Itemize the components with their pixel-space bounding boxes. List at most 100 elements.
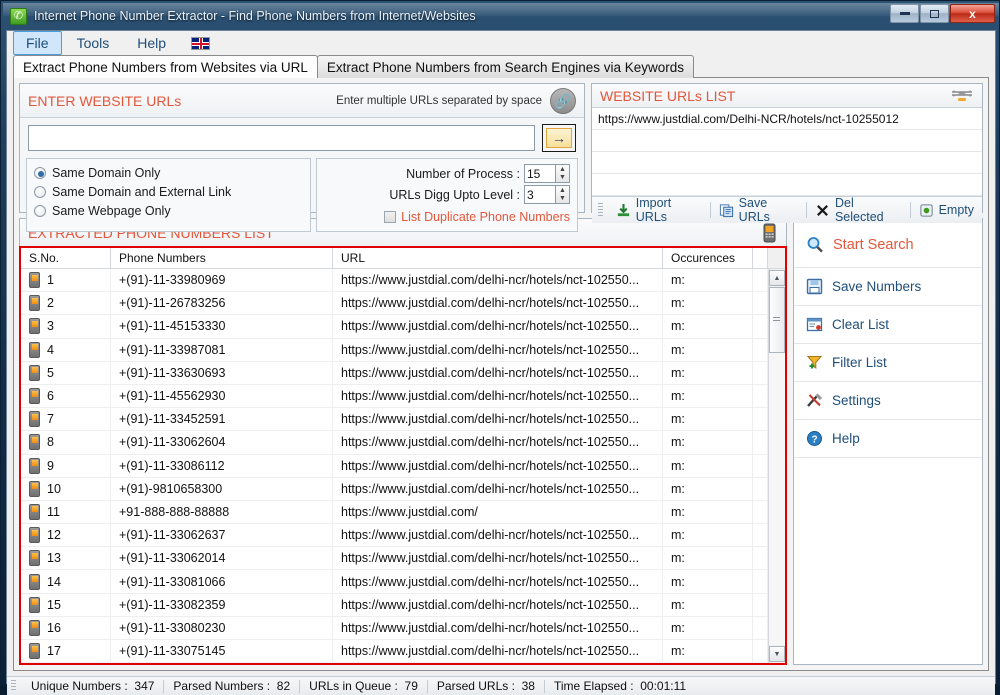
table-row[interactable]: 13 +(91)-11-33062014 https://www.justdial.… <box>21 547 768 571</box>
save-urls-button[interactable]: Save URLs <box>711 194 806 226</box>
website-urls-table[interactable]: https://www.justdial.com/Delhi-NCR/hotel… <box>592 108 982 197</box>
svg-text:?: ? <box>811 434 817 445</box>
phone-icon <box>29 457 40 474</box>
minimize-button[interactable] <box>890 4 919 23</box>
filter-list-label: Filter List <box>832 355 887 370</box>
cell-phone: +(91)-9810658300 <box>111 477 333 500</box>
table-row[interactable]: 17 +(91)-11-33075145 https://www.justdial.… <box>21 640 768 664</box>
column-header-blank[interactable] <box>753 248 768 268</box>
column-header-url[interactable]: URL <box>333 248 663 268</box>
table-row[interactable]: 6 +(91)-11-45562930 https://www.justdial.c… <box>21 384 768 409</box>
urls-list-row[interactable]: https://www.justdial.com/Delhi-NCR/hotel… <box>592 108 982 130</box>
empty-icon <box>919 203 933 217</box>
floppy-save-icon <box>806 278 823 295</box>
enter-urls-hint: Enter multiple URLs separated by space <box>336 95 542 107</box>
scroll-up-button[interactable]: ▲ <box>769 270 785 286</box>
table-row[interactable]: 10 +(91)-9810658300 https://www.justdial.c… <box>21 477 768 501</box>
list-duplicate-checkbox-row[interactable]: List Duplicate Phone Numbers <box>324 207 570 227</box>
tab-search-engines-via-keywords[interactable]: Extract Phone Numbers from Search Engine… <box>316 55 695 78</box>
tab-websites-via-url[interactable]: Extract Phone Numbers from Websites via … <box>13 55 318 78</box>
cell-occurences: m: <box>663 384 753 408</box>
go-button[interactable]: → <box>542 124 576 152</box>
stepper-up-icon: ▲ <box>559 186 566 194</box>
radio-same-domain-only[interactable]: Same Domain Only <box>34 163 303 182</box>
phone-icon <box>29 295 40 312</box>
settings-button[interactable]: Settings <box>794 382 982 420</box>
table-row[interactable]: 15 +(91)-11-33082359 https://www.justdial.… <box>21 593 768 617</box>
radio-same-webpage-only[interactable]: Same Webpage Only <box>34 201 303 220</box>
table-row[interactable]: 1 +(91)-11-33980969 https://www.justdial.c… <box>21 269 768 293</box>
enter-urls-header: ENTER WEBSITE URLs Enter multiple URLs s… <box>20 84 584 118</box>
table-row[interactable]: 5 +(91)-11-33630693 https://www.justdial.c… <box>21 361 768 385</box>
status-label: Time Elapsed : <box>553 679 634 694</box>
uk-flag-icon[interactable] <box>191 36 211 50</box>
column-header-sno[interactable]: S.No. <box>21 248 111 268</box>
cell-sno: 17 <box>21 640 111 663</box>
table-row[interactable]: 11 +91-888-888-88888 https://www.justdial.… <box>21 500 768 525</box>
cell-sno: 8 <box>21 431 111 454</box>
import-urls-button[interactable]: Import URLs <box>608 194 710 226</box>
maximize-button[interactable] <box>920 4 949 23</box>
extracted-grid: S.No. Phone Numbers URL Occurences 1 +(91… <box>19 246 787 666</box>
url-input[interactable] <box>28 125 535 151</box>
cell-sno: 11 <box>21 500 111 524</box>
cell-blank <box>753 524 768 547</box>
close-button[interactable]: x <box>950 4 995 23</box>
tools-settings-icon <box>807 393 823 407</box>
table-row[interactable]: 3 +(91)-11-45153330 https://www.justdial.c… <box>21 315 768 339</box>
status-item: Parsed URLs : 38 <box>428 679 544 693</box>
cell-occurences: m: <box>663 269 753 292</box>
urls-list-row[interactable] <box>592 152 982 174</box>
start-search-button[interactable]: Start Search <box>794 223 982 268</box>
scroll-thumb[interactable] <box>768 287 785 353</box>
clear-list-button[interactable]: Clear List <box>794 306 982 344</box>
table-row[interactable]: 2 +(91)-11-26783256 https://www.justdial.c… <box>21 292 768 316</box>
menu-item-file[interactable]: File <box>13 31 62 55</box>
filter-list-button[interactable]: Filter List <box>794 344 982 382</box>
table-row[interactable]: 12 +(91)-11-33062637 https://www.justdial.… <box>21 524 768 548</box>
table-row[interactable]: 7 +(91)-11-33452591 https://www.justdial.c… <box>21 408 768 432</box>
grid-body[interactable]: 1 +(91)-11-33980969 https://www.justdial.c… <box>21 269 768 664</box>
scroll-down-button[interactable]: ▼ <box>769 646 785 663</box>
toolbar-grip[interactable] <box>598 202 603 218</box>
table-row[interactable]: 9 +(91)-11-33086112 https://www.justdial.c… <box>21 454 768 478</box>
menu-item-help[interactable]: Help <box>124 31 179 55</box>
link-icon: 🔗 <box>550 88 576 114</box>
table-row[interactable]: 14 +(91)-11-33081066 https://www.justdial.… <box>21 570 768 594</box>
empty-button[interactable]: Empty <box>911 201 982 220</box>
bottom-section: EXTRACTED PHONE NUMBERS LIST S.No. Phone… <box>19 218 983 666</box>
column-header-phone-numbers[interactable]: Phone Numbers <box>111 248 333 268</box>
cell-url: https://www.justdial.com/delhi-ncr/hotel… <box>333 640 663 663</box>
status-item: Parsed Numbers : 82 <box>164 679 299 693</box>
process-settings-group: Number of Process : 15 ▲ ▼ URLs Digg Upt… <box>316 158 578 232</box>
cell-phone: +(91)-11-33075145 <box>111 640 333 663</box>
number-of-process-input[interactable]: 15 <box>524 164 555 183</box>
cell-blank <box>753 338 768 361</box>
top-section: ENTER WEBSITE URLs Enter multiple URLs s… <box>19 83 983 232</box>
urls-list-row[interactable] <box>592 130 982 152</box>
phone-icon <box>29 503 40 520</box>
grid-vertical-scrollbar[interactable]: ▲ ▼ <box>768 269 785 664</box>
status-label: Parsed Numbers : <box>173 679 271 694</box>
status-value: 347 <box>134 679 155 694</box>
urls-digg-level-input[interactable]: 3 <box>524 185 555 204</box>
phone-icon <box>29 411 40 428</box>
cell-sno: 13 <box>21 547 111 570</box>
radio-same-domain-external[interactable]: Same Domain and External Link <box>34 182 303 201</box>
number-of-process-stepper[interactable]: ▲ ▼ <box>555 164 570 183</box>
cell-url: https://www.justdial.com/delhi-ncr/hotel… <box>333 315 663 338</box>
urls-list-row[interactable] <box>592 174 982 196</box>
status-value: 79 <box>404 679 418 694</box>
scroll-track[interactable] <box>768 287 785 646</box>
column-header-occurences[interactable]: Occurences <box>663 248 753 268</box>
urls-digg-level-stepper[interactable]: ▲ ▼ <box>555 185 570 204</box>
table-row[interactable]: 16 +(91)-11-33080230 https://www.justdial.… <box>21 616 768 640</box>
save-numbers-button[interactable]: Save Numbers <box>794 268 982 306</box>
del-selected-button[interactable]: Del Selected <box>807 194 910 226</box>
help-button[interactable]: ? Help <box>794 420 982 458</box>
table-row[interactable]: 4 +(91)-11-33987081 https://www.justdial.c… <box>21 338 768 362</box>
table-row[interactable]: 8 +(91)-11-33062604 https://www.justdial.c… <box>21 431 768 455</box>
urls-digg-level-row: URLs Digg Upto Level : 3 ▲ ▼ <box>324 184 570 205</box>
phone-icon <box>29 643 40 660</box>
menu-item-tools[interactable]: Tools <box>64 31 123 55</box>
